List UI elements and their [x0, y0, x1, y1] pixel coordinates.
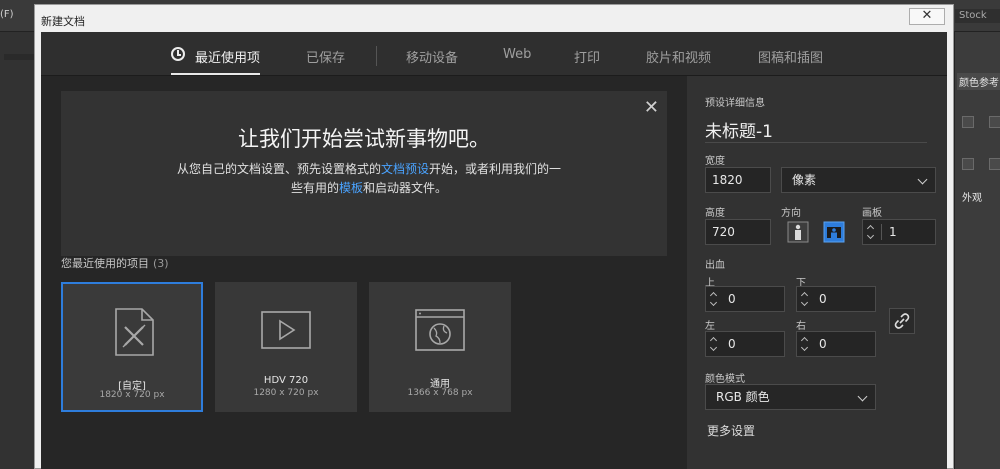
dialog-close-button[interactable]: ✕ [909, 8, 945, 25]
chevron-down-icon [917, 174, 928, 185]
width-label: 宽度 [705, 156, 725, 167]
templates-link[interactable]: 模板 [339, 181, 363, 195]
bleed-left-stepper[interactable]: 0 [705, 331, 785, 357]
bleed-top-stepper[interactable]: 0 [705, 286, 785, 312]
landscape-orientation-icon[interactable] [823, 221, 845, 243]
bleed-right-stepper[interactable]: 0 [796, 331, 876, 357]
recent-items-title: 您最近使用的项目 [61, 257, 149, 270]
tab-separator [376, 46, 377, 66]
bleed-bottom-stepper[interactable]: 0 [796, 286, 876, 312]
stepper-arrows-icon[interactable] [706, 332, 722, 356]
panel-icon[interactable] [962, 116, 974, 128]
recent-items-count: (3) [153, 257, 169, 270]
document-presets-link[interactable]: 文档预设 [381, 162, 429, 176]
preset-details-panel: 预设详细信息 未标题-1 宽度 1820 像素 高度 方向 画板 720 1 出… [687, 76, 947, 469]
bleed-right-value: 0 [819, 337, 827, 351]
artboards-value: 1 [889, 225, 897, 239]
preset-size: 1820 x 720 px [99, 390, 165, 400]
video-play-icon [261, 311, 311, 349]
preset-card-custom[interactable]: [自定] 1820 x 720 px [61, 282, 203, 412]
bleed-left-value: 0 [728, 337, 736, 351]
color-guide-tab[interactable]: 颜色参考 [957, 73, 1000, 90]
chevron-down-icon [857, 391, 868, 402]
preset-size: 1280 x 720 px [253, 388, 319, 398]
dialog-body: 最近使用项 已保存 移动设备 Web 打印 胶片和视频 图稿和插图 ✕ 让我们开… [41, 32, 947, 469]
stepper-arrows-icon[interactable] [797, 287, 813, 311]
welcome-text-part: 从您自己的文档设置、预先设置格式的 [176, 162, 381, 176]
clock-icon [171, 47, 185, 61]
tab-print[interactable]: 打印 [574, 47, 600, 66]
width-input[interactable]: 1820 [705, 167, 771, 193]
active-tab-indicator [171, 73, 260, 75]
web-globe-icon [415, 309, 465, 351]
tab-mobile[interactable]: 移动设备 [406, 47, 458, 66]
artboards-stepper[interactable]: 1 [862, 219, 936, 245]
preset-card-common[interactable]: 通用 1366 x 768 px [369, 282, 511, 412]
custom-document-icon [115, 308, 154, 356]
dialog-title: 新建文档 [41, 15, 85, 28]
welcome-text: 从您自己的文档设置、预先设置格式的文档预设开始，或者利用我们的一 些有用的模板和… [149, 160, 589, 198]
tab-web[interactable]: Web [503, 47, 531, 62]
link-bleed-button[interactable] [889, 308, 915, 334]
panel-icon[interactable] [989, 158, 1000, 170]
preset-details-label: 预设详细信息 [705, 98, 765, 109]
color-mode-value: RGB 颜色 [716, 390, 770, 404]
height-input[interactable]: 720 [705, 219, 771, 245]
welcome-title: 让我们开始尝试新事物吧。 [238, 127, 490, 151]
bleed-top-value: 0 [728, 292, 736, 306]
units-dropdown[interactable]: 像素 [781, 167, 936, 193]
welcome-text-part: 开始，或者利用我们的一 [429, 162, 562, 176]
welcome-text-part: 些有用的 [290, 181, 339, 195]
bleed-left-label: 左 [705, 321, 715, 332]
panel-icon[interactable] [962, 158, 974, 170]
app-menu-file[interactable]: (F) [0, 9, 14, 20]
tab-saved[interactable]: 已保存 [306, 47, 345, 66]
stepper-arrows-icon[interactable] [706, 287, 722, 311]
panel-icon[interactable] [989, 116, 1000, 128]
bleed-bottom-value: 0 [819, 292, 827, 306]
height-label: 高度 [705, 208, 725, 219]
welcome-close-icon[interactable]: ✕ [644, 97, 659, 118]
dialog-titlebar: 新建文档 ✕ [35, 5, 953, 32]
chain-link-icon [894, 313, 910, 329]
preset-card-hdv720[interactable]: HDV 720 1280 x 720 px [215, 282, 357, 412]
new-document-dialog: 新建文档 ✕ 最近使用项 已保存 移动设备 Web 打印 胶片和视频 图稿和插图… [34, 4, 954, 469]
stepper-separator [881, 224, 882, 240]
name-underline [705, 142, 927, 143]
appearance-tab[interactable]: 外观 [962, 189, 982, 204]
bleed-label: 出血 [705, 260, 725, 271]
stepper-arrows-icon[interactable] [863, 220, 879, 244]
recent-items-label: 您最近使用的项目 (3) [61, 255, 169, 271]
stock-search-fragment[interactable]: Stock [955, 9, 1000, 23]
tab-film-video[interactable]: 胶片和视频 [646, 47, 711, 66]
welcome-text-part: 和启动器文件。 [363, 181, 448, 195]
tab-art-illustration[interactable]: 图稿和插图 [758, 47, 823, 66]
app-toolbar-fragment [0, 32, 38, 469]
stepper-arrows-icon[interactable] [797, 332, 813, 356]
app-right-panel-fragment [954, 32, 1000, 469]
document-name-field[interactable]: 未标题-1 [705, 117, 773, 142]
preset-name: HDV 720 [263, 375, 309, 386]
portrait-orientation-icon[interactable] [787, 221, 809, 243]
bleed-right-label: 右 [796, 321, 806, 332]
welcome-card: ✕ 让我们开始尝试新事物吧。 从您自己的文档设置、预先设置格式的文档预设开始，或… [61, 91, 667, 256]
preset-size: 1366 x 768 px [407, 388, 473, 398]
color-mode-label: 颜色模式 [705, 374, 745, 385]
artboards-label: 画板 [862, 208, 882, 219]
more-settings-link[interactable]: 更多设置 [707, 422, 755, 439]
units-value: 像素 [792, 173, 817, 187]
category-tabs: 最近使用项 已保存 移动设备 Web 打印 胶片和视频 图稿和插图 [41, 32, 947, 76]
orientation-label: 方向 [781, 208, 801, 219]
color-mode-dropdown[interactable]: RGB 颜色 [705, 384, 876, 410]
tab-recent[interactable]: 最近使用项 [195, 47, 260, 66]
